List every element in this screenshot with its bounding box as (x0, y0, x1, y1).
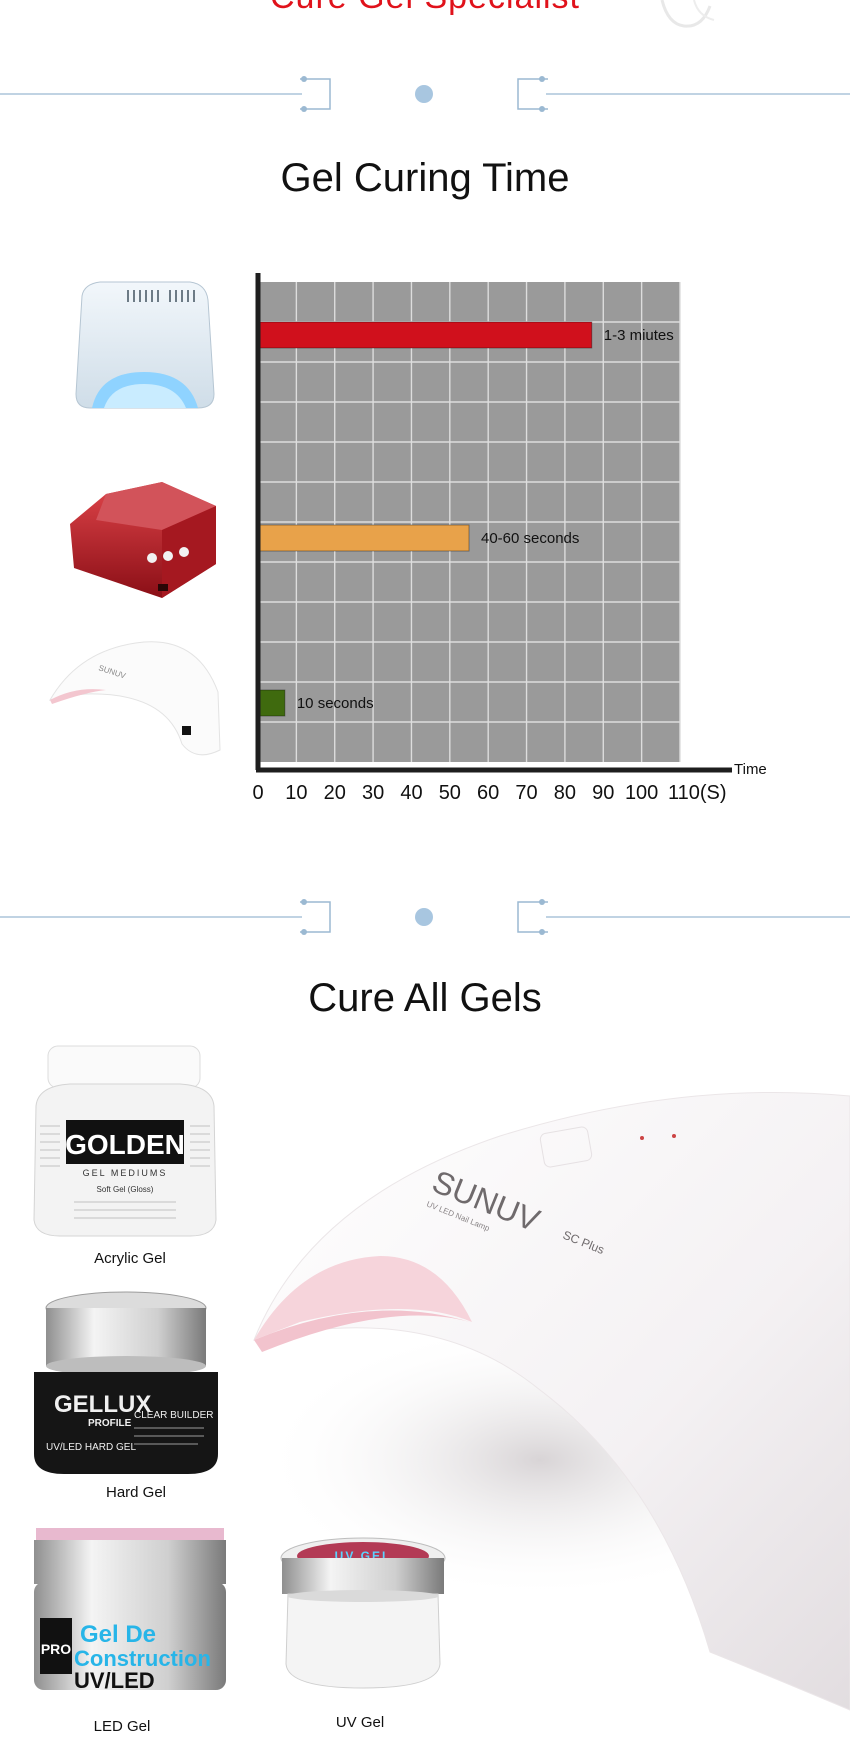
x-tick-label: 60 (477, 782, 499, 804)
x-tick-label: 40 (400, 782, 422, 804)
ccfl-led-lamp-image (70, 482, 216, 598)
led-jar-brand: PRO (41, 1641, 71, 1657)
acrylic-gel-jar-image: GOLDEN GEL MEDIUMS Soft Gel (Gloss) (33, 1045, 217, 1237)
x-tick-label: 80 (554, 782, 576, 804)
acrylic-jar-line: Soft Gel (Gloss) (97, 1185, 154, 1194)
gels-section-title: Cure All Gels (308, 976, 542, 1020)
led-gel-label: LED Gel (93, 1718, 151, 1735)
led-jar-line2: UV/LED (74, 1668, 155, 1693)
bar-label-1: 1-3 miutes (604, 327, 674, 344)
x-tick-label: 90 (592, 782, 614, 804)
uv-gel-label: UV Gel (335, 1714, 385, 1731)
curing-time-chart: 1-3 miutes 40-60 seconds 10 seconds Time 0… (252, 273, 767, 804)
decorative-swirl-icon (660, 0, 715, 28)
section-divider (0, 899, 850, 935)
x-tick-label: 100 (625, 782, 658, 804)
x-tick-label: 10 (285, 782, 307, 804)
uv-gel-jar-image: UV GEL (280, 1537, 446, 1689)
bar-2 (259, 524, 470, 552)
bar-3 (259, 689, 286, 717)
hard-jar-sub: PROFILE (88, 1418, 132, 1429)
x-axis-label: Time (734, 761, 767, 778)
x-tick-label: 20 (324, 782, 346, 804)
hard-gel-jar-image: GELLUX PROFILE CLEAR BUILDER UV/LED HARD… (34, 1291, 218, 1474)
hard-jar-line2: UV/LED HARD GEL (46, 1442, 136, 1453)
led-gel-jar-image: PRO Gel De Construction UV/LED (34, 1528, 226, 1693)
x-tick-label: 70 (515, 782, 537, 804)
led-jar-sub: Gel De (80, 1621, 156, 1648)
bar-1 (259, 321, 593, 349)
sunuv-led-lamp-image: SUNUV (48, 641, 221, 756)
x-tick-label: 30 (362, 782, 384, 804)
x-tick-label: 110(S) (668, 782, 727, 804)
x-tick-label: 0 (252, 782, 263, 804)
acrylic-gel-label: Acrylic Gel (94, 1250, 166, 1267)
acrylic-jar-brand: GOLDEN (65, 1129, 185, 1160)
bar-label-2: 40-60 seconds (481, 530, 579, 547)
hard-jar-line: CLEAR BUILDER (134, 1410, 213, 1421)
uv-lamp-image (75, 281, 215, 409)
hard-gel-label: Hard Gel (105, 1484, 167, 1501)
section-divider (0, 76, 850, 112)
curing-section-title: Gel Curing Time (280, 156, 570, 200)
bar-label-3: 10 seconds (297, 695, 374, 712)
acrylic-jar-sub: GEL MEDIUMS (83, 1168, 168, 1178)
x-tick-label: 50 (439, 782, 461, 804)
